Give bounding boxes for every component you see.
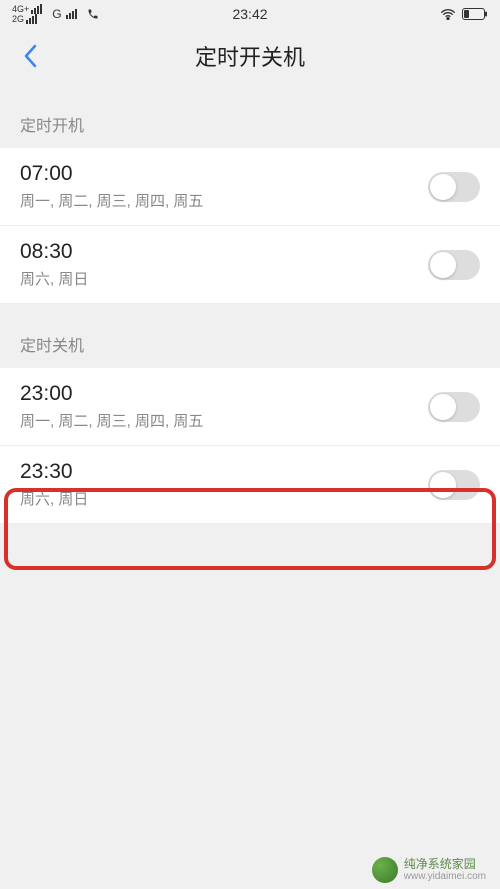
back-button[interactable] (10, 36, 50, 76)
wifi-icon (440, 8, 456, 20)
toggle-switch[interactable] (428, 250, 480, 280)
schedule-days: 周六, 周日 (20, 488, 428, 509)
schedule-item[interactable]: 07:00 周一, 周二, 周三, 周四, 周五 (0, 148, 500, 226)
schedule-item[interactable]: 23:30 周六, 周日 (0, 446, 500, 524)
status-bar: 4G+ 2G G 23:42 (0, 0, 500, 28)
section-header-power-off: 定时关机 (0, 304, 500, 368)
schedule-days: 周一, 周二, 周三, 周四, 周五 (20, 190, 428, 211)
schedule-days: 周一, 周二, 周三, 周四, 周五 (20, 410, 428, 431)
toggle-switch[interactable] (428, 392, 480, 422)
status-left: 4G+ 2G G (12, 4, 99, 24)
toggle-switch[interactable] (428, 172, 480, 202)
schedule-time: 08:30 (20, 240, 428, 264)
battery-icon (462, 8, 488, 20)
toggle-switch[interactable] (428, 470, 480, 500)
watermark-logo-icon (372, 857, 398, 883)
schedule-item[interactable]: 08:30 周六, 周日 (0, 226, 500, 304)
signal-bars-icon (31, 4, 42, 14)
signal-bars-icon (26, 14, 37, 24)
schedule-time: 07:00 (20, 162, 428, 186)
watermark-line2: www.yidaimei.com (404, 871, 486, 883)
signal-bars-icon (66, 9, 77, 19)
status-time: 23:42 (232, 6, 267, 22)
chevron-left-icon (23, 44, 37, 68)
status-right (440, 8, 488, 20)
section-header-power-on: 定时开机 (0, 84, 500, 148)
schedule-time: 23:30 (20, 460, 428, 484)
network-label-3: G (52, 7, 61, 21)
nav-bar: 定时开关机 (0, 28, 500, 84)
schedule-item[interactable]: 23:00 周一, 周二, 周三, 周四, 周五 (0, 368, 500, 446)
phone-icon (87, 8, 99, 20)
watermark-line1: 纯净系统家园 (404, 857, 486, 871)
page-title: 定时开关机 (195, 40, 305, 72)
network-label-1: 4G+ (12, 5, 29, 14)
schedule-days: 周六, 周日 (20, 268, 428, 289)
watermark: 纯净系统家园 www.yidaimei.com (372, 857, 486, 883)
network-label-2: 2G (12, 15, 24, 24)
schedule-time: 23:00 (20, 382, 428, 406)
